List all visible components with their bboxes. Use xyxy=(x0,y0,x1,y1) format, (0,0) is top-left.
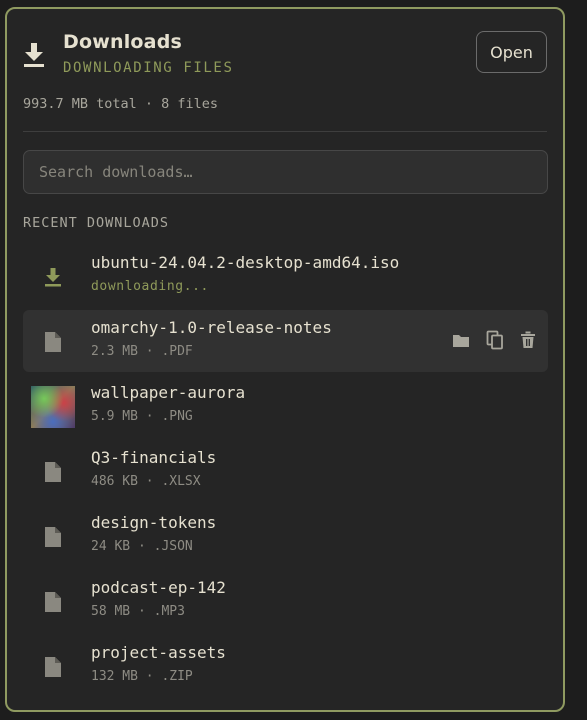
image-thumbnail xyxy=(31,386,75,428)
file-name: ubuntu-24.04.2-desktop-amd64.iso xyxy=(91,253,400,272)
file-meta: 58 MB · .MP3 xyxy=(91,604,185,619)
file-meta: 2.3 MB · .PDF xyxy=(91,344,193,359)
file-icon xyxy=(31,321,75,363)
list-item[interactable]: design-tokens 24 KB · .JSON xyxy=(23,505,548,567)
download-icon xyxy=(23,41,45,69)
file-name: project-assets xyxy=(91,643,226,662)
list-item[interactable]: wallpaper-aurora 5.9 MB · .PNG xyxy=(23,375,548,437)
folder-icon[interactable] xyxy=(452,333,470,348)
file-name: omarchy-1.0-release-notes xyxy=(91,318,332,337)
list-item[interactable]: Q3-financials 486 KB · .XLSX xyxy=(23,440,548,502)
file-icon xyxy=(31,646,75,688)
list-item[interactable]: project-assets 132 MB · .ZIP xyxy=(23,635,548,697)
section-label: RECENT DOWNLOADS xyxy=(23,215,170,231)
list-item[interactable]: ubuntu-24.04.2-desktop-amd64.iso downloa… xyxy=(23,245,548,307)
file-icon xyxy=(31,581,75,623)
list-item[interactable]: omarchy-1.0-release-notes 2.3 MB · .PDF xyxy=(23,310,548,372)
file-name: design-tokens xyxy=(91,513,217,532)
panel-subtitle: DOWNLOADING FILES xyxy=(63,60,234,76)
file-meta: 486 KB · .XLSX xyxy=(91,474,201,489)
file-name: Q3-financials xyxy=(91,448,217,467)
file-name: podcast-ep-142 xyxy=(91,578,226,597)
file-icon xyxy=(31,451,75,493)
downloads-summary: 993.7 MB total · 8 files xyxy=(23,96,219,112)
file-meta: 5.9 MB · .PNG xyxy=(91,409,193,424)
list-item[interactable]: podcast-ep-142 58 MB · .MP3 xyxy=(23,570,548,632)
file-meta: 132 MB · .ZIP xyxy=(91,669,193,684)
file-name: wallpaper-aurora xyxy=(91,383,246,402)
copy-icon[interactable] xyxy=(486,330,504,350)
trash-icon[interactable] xyxy=(520,331,536,349)
panel-title: Downloads xyxy=(63,31,183,53)
open-button[interactable]: Open xyxy=(476,31,547,73)
search-input[interactable] xyxy=(23,150,548,194)
divider xyxy=(23,131,547,132)
download-icon xyxy=(31,256,75,298)
item-actions xyxy=(452,330,536,350)
downloads-list: ubuntu-24.04.2-desktop-amd64.iso downloa… xyxy=(23,245,548,700)
downloads-panel: Downloads DOWNLOADING FILES Open 993.7 M… xyxy=(5,7,565,712)
file-meta: 24 KB · .JSON xyxy=(91,539,193,554)
file-icon xyxy=(31,516,75,558)
file-status: downloading... xyxy=(91,279,209,294)
